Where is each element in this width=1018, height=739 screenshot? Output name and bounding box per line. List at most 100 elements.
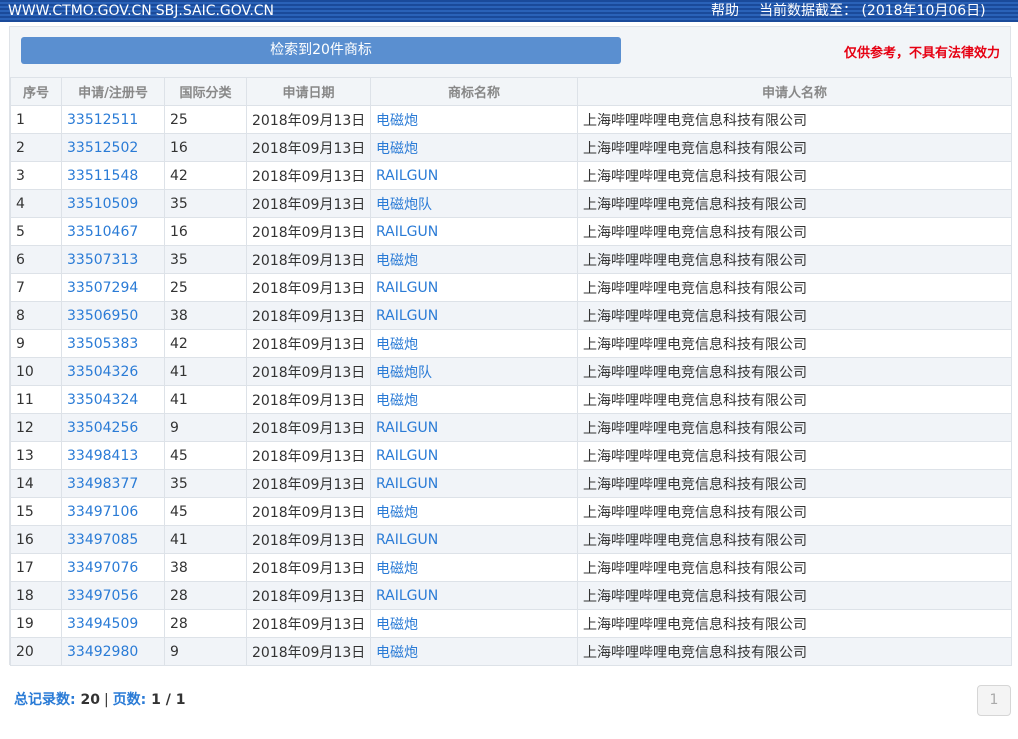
mark-name-link[interactable]: RAILGUN [376, 448, 438, 464]
reg-number-link[interactable]: 33497106 [67, 504, 138, 520]
applicant-cell: 上海哔哩哔哩电竞信息科技有限公司 [577, 357, 1012, 386]
mark-name-link[interactable]: RAILGUN [376, 476, 438, 492]
table-row: 8 33506950 38 2018年09月13日 RAILGUN 上海哔哩哔哩电竞信息科… [10, 301, 1012, 330]
row-number: 8 [10, 301, 62, 330]
col-header-no[interactable]: 序号 [10, 77, 62, 106]
top-bar: WWW.CTMO.GOV.CN SBJ.SAIC.GOV.CN 帮助 当前数据截至… [0, 0, 1018, 22]
table-row: 9 33505383 42 2018年09月13日 电磁炮 上海哔哩哔哩电竞信息科技有限公… [10, 329, 1012, 358]
mark-name-link[interactable]: RAILGUN [376, 168, 438, 184]
reg-number-cell: 33504256 [61, 413, 165, 442]
reg-number-link[interactable]: 33510467 [67, 224, 138, 240]
mark-name-link[interactable]: 电磁炮 [376, 393, 418, 409]
mark-name-link[interactable]: 电磁炮 [376, 505, 418, 521]
mark-name-link[interactable]: 电磁炮 [376, 617, 418, 633]
table-row: 11 33504324 41 2018年09月13日 电磁炮 上海哔哩哔哩电竞信息科技有限… [10, 385, 1012, 414]
mark-name-link[interactable]: RAILGUN [376, 224, 438, 240]
reg-number-link[interactable]: 33497085 [67, 532, 138, 548]
row-number: 1 [10, 105, 62, 134]
mark-name-link[interactable]: RAILGUN [376, 308, 438, 324]
col-header-mark[interactable]: 商标名称 [370, 77, 578, 106]
applicant-cell: 上海哔哩哔哩电竞信息科技有限公司 [577, 609, 1012, 638]
total-count: 20 [80, 692, 100, 708]
row-number: 15 [10, 497, 62, 526]
mark-name-link[interactable]: 电磁炮 [376, 113, 418, 129]
reg-number-link[interactable]: 33506950 [67, 308, 138, 324]
reg-number-link[interactable]: 33507313 [67, 252, 138, 268]
reg-number-link[interactable]: 33504324 [67, 392, 138, 408]
stats-separator: | [103, 692, 109, 708]
mark-name-cell: RAILGUN [370, 469, 578, 498]
mark-name-link[interactable]: 电磁炮 [376, 337, 418, 353]
mark-name-link[interactable]: 电磁炮 [376, 253, 418, 269]
applicant-cell: 上海哔哩哔哩电竞信息科技有限公司 [577, 497, 1012, 526]
table-row: 14 33498377 35 2018年09月13日 RAILGUN 上海哔哩哔哩电竞信息… [10, 469, 1012, 498]
class-cell: 35 [164, 245, 247, 274]
reg-number-link[interactable]: 33504256 [67, 420, 138, 436]
row-number: 9 [10, 329, 62, 358]
row-number: 2 [10, 133, 62, 162]
reg-number-link[interactable]: 33504326 [67, 364, 138, 380]
row-number: 11 [10, 385, 62, 414]
col-header-date[interactable]: 申请日期 [246, 77, 371, 106]
col-header-class[interactable]: 国际分类 [164, 77, 247, 106]
mark-name-cell: 电磁炮 [370, 609, 578, 638]
col-header-reg-no[interactable]: 申请/注册号 [61, 77, 165, 106]
reg-number-cell: 33504326 [61, 357, 165, 386]
reg-number-cell: 33497085 [61, 525, 165, 554]
mark-name-link[interactable]: 电磁炮 [376, 141, 418, 157]
reg-number-cell: 33494509 [61, 609, 165, 638]
reg-number-link[interactable]: 33512502 [67, 140, 138, 156]
table-row: 10 33504326 41 2018年09月13日 电磁炮队 上海哔哩哔哩电竞信息科技有… [10, 357, 1012, 386]
mark-name-link[interactable]: 电磁炮 [376, 561, 418, 577]
class-cell: 45 [164, 497, 247, 526]
applicant-cell: 上海哔哩哔哩电竞信息科技有限公司 [577, 273, 1012, 302]
class-cell: 42 [164, 329, 247, 358]
row-number: 19 [10, 609, 62, 638]
site-saic-link[interactable]: SBJ.SAIC.GOV.CN [156, 3, 274, 19]
reg-number-link[interactable]: 33512511 [67, 112, 138, 128]
reg-number-link[interactable]: 33492980 [67, 644, 138, 660]
mark-name-link[interactable]: 电磁炮队 [376, 365, 432, 381]
class-cell: 16 [164, 133, 247, 162]
page-1-button[interactable]: 1 [977, 685, 1011, 716]
mark-name-cell: 电磁炮队 [370, 189, 578, 218]
reg-number-link[interactable]: 33505383 [67, 336, 138, 352]
applicant-cell: 上海哔哩哔哩电竞信息科技有限公司 [577, 525, 1012, 554]
table-row: 13 33498413 45 2018年09月13日 RAILGUN 上海哔哩哔哩电竞信息… [10, 441, 1012, 470]
mark-name-cell: 电磁炮 [370, 329, 578, 358]
reg-number-link[interactable]: 33497056 [67, 588, 138, 604]
mark-name-cell: 电磁炮 [370, 637, 578, 666]
mark-name-cell: RAILGUN [370, 441, 578, 470]
reg-number-link[interactable]: 33497076 [67, 560, 138, 576]
date-cell: 2018年09月13日 [246, 161, 371, 190]
applicant-cell: 上海哔哩哔哩电竞信息科技有限公司 [577, 133, 1012, 162]
col-header-applicant[interactable]: 申请人名称 [577, 77, 1012, 106]
help-link[interactable]: 帮助 [711, 0, 739, 22]
mark-name-cell: 电磁炮 [370, 497, 578, 526]
reg-number-link[interactable]: 33511548 [67, 168, 138, 184]
mark-name-link[interactable]: RAILGUN [376, 588, 438, 604]
pages-label: 页数: [112, 692, 147, 708]
reg-number-link[interactable]: 33498377 [67, 476, 138, 492]
result-count-button[interactable]: 检索到20件商标 [21, 37, 621, 64]
reg-number-cell: 33512502 [61, 133, 165, 162]
applicant-cell: 上海哔哩哔哩电竞信息科技有限公司 [577, 245, 1012, 274]
mark-name-link[interactable]: 电磁炮队 [376, 197, 432, 213]
mark-name-link[interactable]: RAILGUN [376, 532, 438, 548]
reg-number-link[interactable]: 33494509 [67, 616, 138, 632]
mark-name-link[interactable]: RAILGUN [376, 420, 438, 436]
applicant-cell: 上海哔哩哔哩电竞信息科技有限公司 [577, 301, 1012, 330]
mark-name-link[interactable]: 电磁炮 [376, 645, 418, 661]
reg-number-link[interactable]: 33510509 [67, 196, 138, 212]
site-ctmo-link[interactable]: WWW.CTMO.GOV.CN [8, 3, 152, 19]
mark-name-cell: 电磁炮 [370, 245, 578, 274]
mark-name-cell: RAILGUN [370, 413, 578, 442]
applicant-cell: 上海哔哩哔哩电竞信息科技有限公司 [577, 637, 1012, 666]
mark-name-cell: 电磁炮 [370, 133, 578, 162]
reg-number-link[interactable]: 33507294 [67, 280, 138, 296]
table-row: 15 33497106 45 2018年09月13日 电磁炮 上海哔哩哔哩电竞信息科技有限… [10, 497, 1012, 526]
total-label: 总记录数: [14, 692, 76, 708]
reg-number-link[interactable]: 33498413 [67, 448, 138, 464]
class-cell: 41 [164, 357, 247, 386]
mark-name-link[interactable]: RAILGUN [376, 280, 438, 296]
